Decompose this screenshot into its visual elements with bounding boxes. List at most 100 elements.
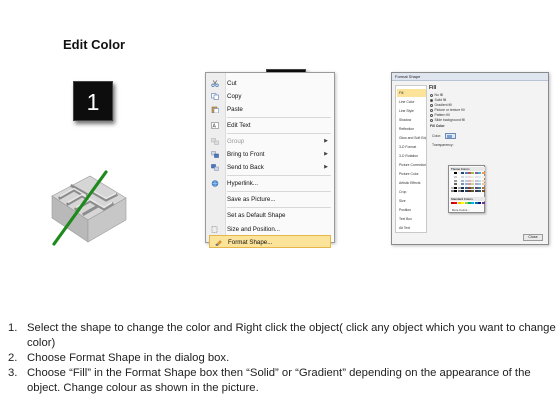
- context-menu: Cut Copy Paste A Edit Text Group ▶ Bring…: [205, 72, 335, 248]
- menu-separator: [227, 207, 331, 208]
- nav-item-line-color[interactable]: Line Color: [397, 98, 426, 106]
- hyperlink-icon: [211, 180, 219, 187]
- menu-item-label: Cut: [227, 80, 237, 87]
- menu-item-label: Group: [227, 138, 245, 145]
- step-number: 1.: [8, 322, 18, 334]
- menu-item-group[interactable]: Group ▶: [206, 135, 334, 148]
- radio-icon: [430, 93, 433, 97]
- step-text: Choose Format Shape in the dialog box.: [27, 352, 230, 364]
- more-colors-link[interactable]: More Colors...: [452, 208, 470, 212]
- nav-item-glow[interactable]: Glow and Soft Edges: [397, 134, 426, 142]
- menu-item-hyperlink[interactable]: Hyperlink...: [206, 177, 334, 190]
- step-badge-1: 1: [73, 81, 113, 121]
- option-slide-background-fill[interactable]: Slide background fill: [430, 118, 465, 122]
- nav-item-size[interactable]: Size: [397, 197, 426, 205]
- theme-color-swatch[interactable]: [481, 176, 485, 179]
- close-button[interactable]: Close: [523, 234, 543, 241]
- option-pattern-fill[interactable]: Pattern fill: [430, 113, 450, 117]
- group-icon: [211, 138, 219, 145]
- theme-color-swatch[interactable]: [481, 190, 485, 192]
- menu-item-label: Format Shape...: [228, 239, 273, 246]
- nav-item-fill[interactable]: Fill: [397, 89, 426, 97]
- theme-color-swatch[interactable]: [481, 183, 485, 186]
- theme-color-swatch[interactable]: [481, 186, 485, 189]
- fill-color-heading: Fill Color: [430, 124, 445, 128]
- nav-item-artistic-effects[interactable]: Artistic Effects: [397, 179, 426, 187]
- fill-heading: Fill: [429, 85, 437, 91]
- step-number: 3.: [8, 367, 18, 379]
- radio-icon: [430, 103, 433, 107]
- send-back-icon: [211, 164, 219, 171]
- fill-color-button[interactable]: [445, 133, 456, 139]
- instruction-step-2: 2. Choose Format Shape in the dialog box…: [8, 351, 556, 366]
- nav-item-line-style[interactable]: Line Style: [397, 107, 426, 115]
- theme-color-swatch[interactable]: [481, 179, 485, 182]
- instruction-step-1: 1. Select the shape to change the color …: [8, 321, 556, 351]
- step-text: Choose “Fill” in the Format Shape box th…: [27, 367, 531, 394]
- standard-colors-label: Standard Colors: [450, 197, 485, 201]
- theme-colors-label: Theme Colors: [450, 167, 485, 171]
- color-swatch: [447, 135, 452, 138]
- submenu-arrow-icon: ▶: [324, 138, 328, 144]
- format-shape-icon: [215, 240, 222, 246]
- radio-checked-icon: [430, 98, 433, 102]
- nav-item-shadow[interactable]: Shadow: [397, 116, 426, 124]
- menu-separator: [227, 191, 331, 192]
- submenu-arrow-icon: ▶: [324, 164, 328, 170]
- instruction-list: 1. Select the shape to change the color …: [8, 321, 556, 396]
- standard-color-swatch[interactable]: [481, 202, 485, 204]
- step-text: Select the shape to change the color and…: [27, 322, 556, 349]
- submenu-arrow-icon: ▶: [324, 151, 328, 157]
- menu-item-copy[interactable]: Copy: [206, 90, 334, 103]
- option-picture-fill[interactable]: Picture or texture fill: [430, 108, 464, 112]
- theme-color-swatch[interactable]: [481, 172, 485, 174]
- menu-item-set-default-shape[interactable]: Set as Default Shape: [206, 209, 334, 222]
- option-gradient-fill[interactable]: Gradient fill: [430, 103, 452, 107]
- transparency-label: Transparency:: [432, 143, 454, 147]
- menu-item-label: Bring to Front: [227, 151, 265, 158]
- nav-item-3d-rotation[interactable]: 3-D Rotation: [397, 152, 426, 160]
- menu-separator: [227, 117, 331, 118]
- menu-item-label: Set as Default Shape: [227, 212, 286, 219]
- color-palette: Theme Colors Standard Colors More Colors…: [448, 165, 485, 213]
- nav-item-text-box[interactable]: Text Box: [397, 215, 426, 223]
- nav-item-reflection[interactable]: Reflection: [397, 125, 426, 133]
- bring-front-icon: [211, 151, 219, 158]
- theme-color-grid: [451, 172, 485, 194]
- nav-item-3d-format[interactable]: 3-D Format: [397, 143, 426, 151]
- menu-item-edit-text[interactable]: A Edit Text: [206, 119, 334, 132]
- menu-item-label: Paste: [227, 106, 243, 113]
- menu-item-format-shape[interactable]: Format Shape...: [209, 235, 331, 248]
- step-number: 2.: [8, 352, 18, 364]
- option-no-fill[interactable]: No fill: [430, 93, 443, 97]
- color-label: Color:: [432, 134, 442, 138]
- size-position-icon: [211, 226, 218, 233]
- menu-separator: [227, 133, 331, 134]
- menu-item-cut[interactable]: Cut: [206, 77, 334, 90]
- page-title: Edit Color: [63, 37, 126, 52]
- dialog-nav-list: Fill Line Color Line Style Shadow Reflec…: [395, 85, 427, 233]
- maze-shape[interactable]: [46, 168, 128, 248]
- option-solid-fill[interactable]: Solid fill: [430, 98, 446, 102]
- menu-item-save-as-picture[interactable]: Save as Picture...: [206, 193, 334, 206]
- menu-item-label: Hyperlink...: [227, 180, 258, 187]
- menu-item-paste[interactable]: Paste: [206, 103, 334, 116]
- menu-item-bring-to-front[interactable]: Bring to Front ▶: [206, 148, 334, 161]
- menu-item-label: Edit Text: [227, 122, 251, 129]
- format-shape-dialog: Format Shape Fill Line Color Line Style …: [391, 72, 549, 245]
- menu-separator: [227, 175, 331, 176]
- nav-item-picture-corrections[interactable]: Picture Corrections: [397, 161, 426, 169]
- nav-item-alt-text[interactable]: Alt Text: [397, 224, 426, 232]
- nav-item-position[interactable]: Position: [397, 206, 426, 214]
- standard-color-row: [451, 202, 485, 205]
- menu-item-send-to-back[interactable]: Send to Back ▶: [206, 161, 334, 174]
- copy-icon: [211, 93, 219, 100]
- radio-icon: [430, 108, 433, 112]
- menu-item-label: Send to Back: [227, 164, 264, 171]
- edit-text-icon: A: [211, 122, 219, 129]
- paste-icon: [211, 106, 219, 113]
- scissors-icon: [211, 80, 219, 87]
- nav-item-crop[interactable]: Crop: [397, 188, 426, 196]
- radio-icon: [430, 118, 433, 122]
- nav-item-picture-color[interactable]: Picture Color: [397, 170, 426, 178]
